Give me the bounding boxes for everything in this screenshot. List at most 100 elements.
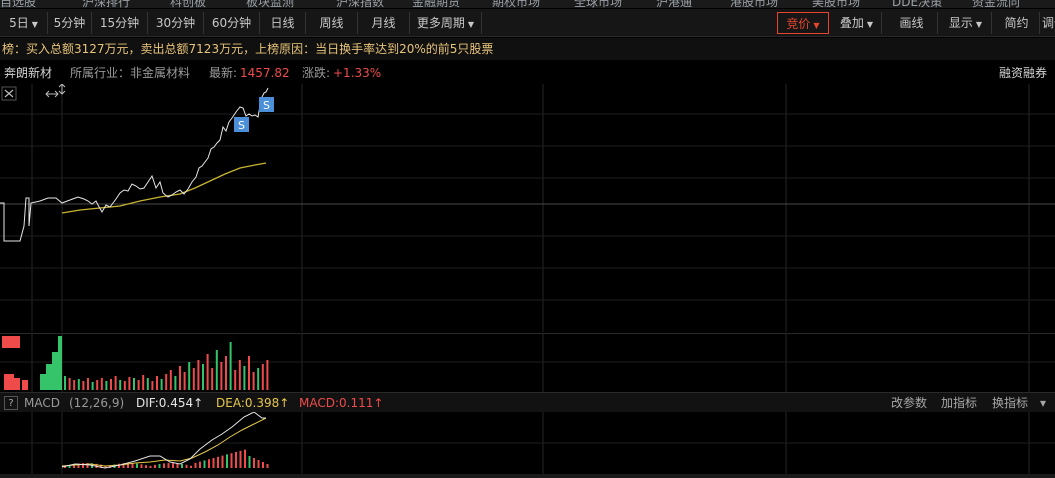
volume-bar bbox=[167, 463, 170, 468]
tool-label: 显示 bbox=[948, 16, 973, 30]
stock-name[interactable]: 奔朗新材 bbox=[4, 62, 52, 84]
period-3-button[interactable]: 30分钟 bbox=[148, 12, 204, 34]
volume-bar bbox=[2, 336, 20, 348]
volume-bar bbox=[165, 374, 168, 390]
volume-bar bbox=[225, 356, 227, 390]
volume-bar bbox=[91, 382, 94, 390]
period-0-button[interactable]: 5日 ▼ bbox=[0, 12, 48, 34]
volume-bar bbox=[179, 366, 181, 390]
buy-signal-marker-1[interactable]: S bbox=[234, 117, 249, 132]
chevron-down-icon[interactable]: ▾ bbox=[1040, 393, 1046, 413]
volume-bar bbox=[110, 379, 112, 390]
period-label: 15分钟 bbox=[99, 16, 140, 30]
nav-item[interactable]: 港股市场 bbox=[730, 0, 778, 8]
macd-dif: DIF:0.454↑ bbox=[136, 396, 204, 410]
chevron-down-icon: ▼ bbox=[31, 20, 38, 29]
nav-item[interactable]: 板块监测 bbox=[246, 0, 294, 8]
buy-signal-marker-2[interactable]: S bbox=[259, 97, 274, 112]
period-label: 60分钟 bbox=[211, 16, 252, 30]
volume-bar bbox=[4, 374, 14, 390]
volume-bar bbox=[154, 464, 156, 468]
period-label: 日线 bbox=[270, 16, 295, 30]
nav-item[interactable]: 美股市场 bbox=[812, 0, 860, 8]
nav-item[interactable]: DDE决策 bbox=[892, 0, 942, 8]
tool-0-button[interactable]: 竞价 ▼ bbox=[777, 12, 829, 34]
volume-bars bbox=[2, 336, 269, 390]
period-7-button[interactable]: 月线 bbox=[358, 12, 410, 34]
dragon-tiger-info: 榜：买入总额3127万元，卖出总额7123万元，上榜原因：当日换手率达到20%的… bbox=[0, 38, 1055, 60]
volume-bar bbox=[136, 463, 138, 468]
volume-bar bbox=[185, 464, 188, 468]
period-8-button[interactable]: 更多周期 ▼ bbox=[410, 12, 482, 34]
edit-params-link[interactable]: 改参数 bbox=[891, 393, 927, 413]
macd-value: MACD:0.111↑ bbox=[299, 396, 384, 410]
volume-bar bbox=[244, 449, 246, 468]
period-4-button[interactable]: 60分钟 bbox=[204, 12, 260, 34]
volume-bar bbox=[128, 377, 131, 390]
volume-bar bbox=[238, 360, 241, 390]
volume-bar bbox=[248, 356, 250, 390]
margin-trading-link[interactable]: 融资融券 bbox=[999, 62, 1047, 84]
volume-bar bbox=[199, 461, 201, 468]
tool-3-button[interactable]: 显示 ▼ bbox=[940, 12, 992, 34]
svg-text:S: S bbox=[238, 119, 245, 132]
period-label: 5分钟 bbox=[53, 16, 86, 30]
nav-item[interactable]: 沪深排行 bbox=[82, 0, 130, 8]
macd-dea: DEA:0.398↑ bbox=[216, 396, 290, 410]
volume-bar bbox=[183, 372, 186, 390]
volume-bar bbox=[208, 459, 210, 468]
volume-bar bbox=[248, 456, 251, 468]
volume-bar bbox=[156, 376, 158, 390]
nav-item[interactable]: 沪港通 bbox=[656, 0, 692, 8]
volume-bar bbox=[257, 368, 260, 390]
period-2-button[interactable]: 15分钟 bbox=[92, 12, 148, 34]
switch-indicator-link[interactable]: 换指标 bbox=[992, 393, 1028, 413]
volume-bar bbox=[87, 378, 89, 390]
volume-bar bbox=[190, 465, 192, 468]
period-1-button[interactable]: 5分钟 bbox=[48, 12, 92, 34]
tool-2-button[interactable]: 画线 bbox=[886, 12, 938, 34]
volume-bar bbox=[211, 368, 214, 390]
tool-5-button[interactable]: 调价 bbox=[1042, 12, 1055, 34]
nav-item[interactable]: 全球市场 bbox=[574, 0, 622, 8]
add-indicator-link[interactable]: 加指标 bbox=[941, 393, 977, 413]
period-label: 月线 bbox=[371, 16, 396, 30]
close-icon[interactable] bbox=[1, 86, 17, 101]
volume-bar bbox=[239, 450, 242, 468]
chevron-down-icon: ▼ bbox=[866, 20, 874, 29]
volume-bar bbox=[73, 380, 76, 390]
price-chart[interactable]: S S bbox=[0, 84, 1055, 332]
volume-bar bbox=[118, 463, 120, 468]
nav-item[interactable]: 自选股 bbox=[0, 0, 36, 8]
macd-indicator-name[interactable]: MACD bbox=[24, 393, 60, 413]
nav-item[interactable]: 科创板 bbox=[170, 0, 206, 8]
scroll-handle-icon[interactable] bbox=[58, 84, 66, 95]
volume-bar bbox=[46, 364, 52, 390]
volume-bar bbox=[149, 465, 152, 468]
volume-chart[interactable] bbox=[0, 333, 1055, 392]
period-6-button[interactable]: 周线 bbox=[306, 12, 358, 34]
volume-bar bbox=[137, 380, 140, 390]
volume-bar bbox=[14, 378, 20, 390]
help-icon[interactable]: ? bbox=[4, 396, 18, 410]
nav-item[interactable]: 资金流向 bbox=[972, 0, 1020, 8]
volume-bar bbox=[119, 380, 122, 390]
volume-bar bbox=[266, 464, 269, 468]
industry-label: 所属行业：非金属材料 bbox=[70, 66, 191, 80]
nav-item[interactable]: 金融期货 bbox=[412, 0, 460, 8]
tool-1-button[interactable]: 叠加 ▼ bbox=[832, 12, 882, 34]
volume-bar bbox=[22, 380, 28, 390]
volume-bar bbox=[215, 350, 218, 390]
macd-params: (12,26,9) bbox=[69, 396, 125, 410]
horizontal-scrollbar[interactable] bbox=[0, 474, 1055, 478]
nav-item[interactable]: 期权市场 bbox=[492, 0, 540, 8]
period-5-button[interactable]: 日线 bbox=[260, 12, 306, 34]
tool-4-button[interactable]: 简约 bbox=[994, 12, 1040, 34]
volume-bar bbox=[261, 364, 264, 390]
resize-horizontal-icon[interactable] bbox=[45, 90, 59, 98]
avg-price-line bbox=[61, 162, 267, 214]
top-nav: 自选股 沪深排行 科创板 板块监测 沪深指数 金融期货 期权市场 全球市场 沪港通 港股市场 美股市… bbox=[0, 0, 1055, 8]
macd-chart[interactable] bbox=[0, 412, 1055, 474]
volume-bar bbox=[229, 342, 232, 390]
nav-item[interactable]: 沪深指数 bbox=[336, 0, 384, 8]
